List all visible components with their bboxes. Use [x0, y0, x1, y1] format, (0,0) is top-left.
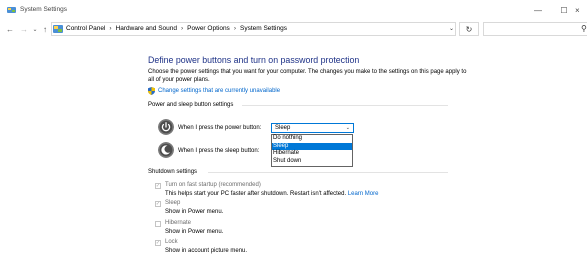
minimize-button[interactable]: — [525, 0, 551, 20]
section-title-shutdown: Shutdown settings [148, 169, 198, 175]
crumb-system-settings[interactable]: System Settings [240, 25, 287, 32]
section-title-power-sleep: Power and sleep button settings [148, 102, 234, 108]
control-panel-icon [7, 7, 16, 13]
crumb-control-panel[interactable]: Control Panel [66, 25, 105, 32]
hibernate-checkbox[interactable] [155, 221, 161, 227]
crumb-hardware-and-sound[interactable]: Hardware and Sound [116, 25, 177, 32]
sleep-description: Show in Power menu. [165, 209, 224, 215]
intro-text: Choose the power settings that you want … [148, 69, 467, 83]
back-button[interactable]: ← [4, 22, 16, 36]
refresh-icon: ↻ [465, 24, 473, 34]
power-button-select-value: Sleep [275, 125, 291, 131]
sleep-label: Sleep [165, 200, 181, 206]
up-button[interactable]: ↑ [40, 22, 50, 36]
search-icon[interactable]: ⚲ [581, 24, 587, 33]
dropdown-option-do-nothing[interactable]: Do nothing [272, 135, 352, 143]
crumb-separator[interactable]: › [181, 25, 183, 32]
window-title: System Settings [20, 6, 67, 13]
crumb-separator[interactable]: › [109, 25, 111, 32]
dropdown-option-sleep[interactable]: Sleep [272, 142, 352, 151]
moon-icon [158, 142, 174, 158]
lock-checkbox[interactable]: ✓ [155, 240, 161, 246]
control-panel-icon [53, 25, 63, 33]
search-input[interactable] [483, 22, 587, 36]
uac-shield-icon [148, 87, 155, 95]
breadcrumb: Control Panel › Hardware and Sound › Pow… [66, 25, 287, 32]
change-settings-link[interactable]: Change settings that are currently unava… [158, 88, 280, 94]
fast-startup-label: Turn on fast startup (recommended) [165, 182, 261, 188]
hibernate-label: Hibernate [165, 220, 192, 226]
crumb-separator[interactable]: › [234, 25, 236, 32]
power-icon [158, 119, 174, 135]
page-title: Define power buttons and turn on passwor… [148, 55, 360, 65]
fast-startup-checkbox[interactable]: ✓ [155, 183, 161, 189]
change-settings-link-row[interactable]: Change settings that are currently unava… [148, 87, 280, 95]
forward-button[interactable]: → [18, 22, 30, 36]
chevron-down-icon: ⌄ [345, 125, 350, 131]
learn-more-link[interactable]: Learn More [348, 191, 379, 197]
dropdown-option-hibernate[interactable]: Hibernate [272, 150, 352, 158]
maximize-button[interactable]: ☐ [551, 0, 577, 20]
power-button-dropdown: Do nothing Sleep Hibernate Shut down [271, 134, 353, 167]
sleep-checkbox[interactable]: ✓ [155, 201, 161, 207]
title-bar: System Settings — ☐ × [0, 0, 587, 20]
dropdown-option-shut-down[interactable]: Shut down [272, 158, 352, 166]
refresh-button[interactable]: ↻ [459, 22, 479, 36]
fast-startup-description: This helps start your PC faster after sh… [165, 191, 378, 197]
recent-locations-button[interactable]: ⌄ [31, 22, 39, 36]
lock-description: Show in account picture menu. [165, 248, 248, 254]
sleep-button-label: When I press the sleep button: [178, 148, 260, 154]
crumb-power-options[interactable]: Power Options [187, 25, 230, 32]
fast-startup-desc-text: This helps start your PC faster after sh… [165, 191, 348, 197]
hibernate-description: Show in Power menu. [165, 229, 224, 235]
power-button-label: When I press the power button: [178, 125, 262, 131]
chevron-down-icon[interactable]: ⌄ [449, 25, 454, 32]
power-button-select[interactable]: Sleep ⌄ [271, 123, 354, 133]
section-divider [208, 172, 448, 173]
lock-label: Lock [165, 239, 178, 245]
close-button[interactable]: × [575, 0, 587, 20]
section-divider [242, 105, 448, 106]
